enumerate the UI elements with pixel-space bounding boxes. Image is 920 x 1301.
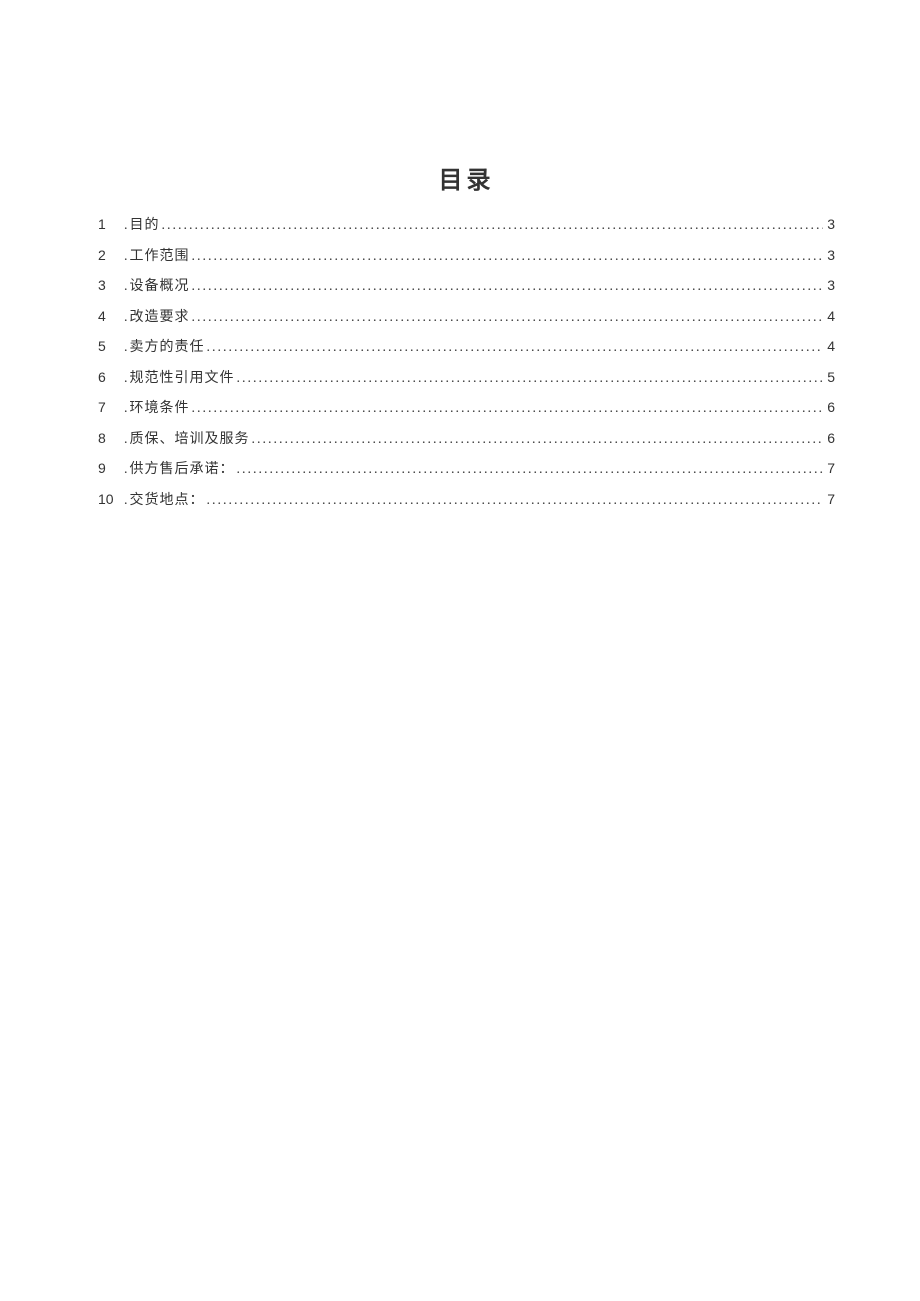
- toc-entry-title: 工作范围: [130, 250, 190, 264]
- toc-entry-number: 6: [98, 370, 124, 384]
- toc-entry-number: 10: [98, 492, 124, 506]
- toc-entry-title: 规范性引用文件: [130, 372, 235, 386]
- toc-entry-page: 6: [825, 400, 835, 414]
- toc-entry-separator: .: [124, 494, 128, 508]
- toc-entry-number: 4: [98, 309, 124, 323]
- toc-entry-title: 目的: [130, 219, 160, 233]
- toc-entry-number: 2: [98, 248, 124, 262]
- toc-list: 1 . 目的 3 2 . 工作范围 3 3 . 设备概况 3 4 . 改造要求 …: [98, 217, 835, 508]
- toc-entry-number: 7: [98, 400, 124, 414]
- toc-entry-page: 3: [825, 248, 835, 262]
- toc-entry: 3 . 设备概况 3: [98, 278, 835, 294]
- toc-entry-page: 5: [825, 370, 835, 384]
- toc-entry: 5 . 卖方的责任 4: [98, 339, 835, 355]
- toc-title: 目录: [98, 160, 835, 195]
- toc-leader-dots: [192, 250, 824, 264]
- toc-entry-separator: .: [124, 433, 128, 447]
- toc-entry-title: 设备概况: [130, 280, 190, 294]
- toc-leader-dots: [192, 280, 824, 294]
- toc-entry: 6 . 规范性引用文件 5: [98, 370, 835, 386]
- toc-entry: 2 . 工作范围 3: [98, 248, 835, 264]
- toc-entry: 10 . 交货地点： 7: [98, 492, 835, 508]
- toc-entry-page: 4: [825, 339, 835, 353]
- toc-entry-separator: .: [124, 463, 128, 477]
- toc-entry-number: 8: [98, 431, 124, 445]
- toc-entry: 1 . 目的 3: [98, 217, 835, 233]
- toc-entry-title: 交货地点：: [130, 494, 205, 508]
- toc-entry-title: 供方售后承诺：: [130, 463, 235, 477]
- toc-entry-title: 改造要求: [130, 311, 190, 325]
- toc-entry-number: 3: [98, 278, 124, 292]
- toc-entry: 8 . 质保、培训及服务 6: [98, 431, 835, 447]
- toc-entry-page: 3: [825, 217, 835, 231]
- toc-entry: 4 . 改造要求 4: [98, 309, 835, 325]
- toc-entry-separator: .: [124, 311, 128, 325]
- toc-leader-dots: [252, 433, 824, 447]
- toc-entry-page: 7: [825, 461, 835, 475]
- toc-entry-separator: .: [124, 372, 128, 386]
- toc-entry-separator: .: [124, 250, 128, 264]
- toc-entry-number: 5: [98, 339, 124, 353]
- toc-entry-separator: .: [124, 341, 128, 355]
- toc-entry-separator: .: [124, 402, 128, 416]
- toc-leader-dots: [162, 219, 824, 233]
- toc-entry-title: 质保、培训及服务: [130, 433, 250, 447]
- toc-entry-number: 9: [98, 461, 124, 475]
- toc-entry: 9 . 供方售后承诺： 7: [98, 461, 835, 477]
- toc-leader-dots: [237, 463, 824, 477]
- toc-entry-title: 卖方的责任: [130, 341, 205, 355]
- toc-entry-title: 环境条件: [130, 402, 190, 416]
- toc-entry: 7 . 环境条件 6: [98, 400, 835, 416]
- toc-leader-dots: [192, 311, 824, 325]
- toc-leader-dots: [207, 341, 824, 355]
- toc-entry-separator: .: [124, 280, 128, 294]
- toc-leader-dots: [207, 494, 824, 508]
- toc-entry-number: 1: [98, 217, 124, 231]
- toc-entry-page: 7: [825, 492, 835, 506]
- toc-leader-dots: [237, 372, 824, 386]
- toc-entry-separator: .: [124, 219, 128, 233]
- toc-entry-page: 6: [825, 431, 835, 445]
- toc-entry-page: 3: [825, 278, 835, 292]
- toc-entry-page: 4: [825, 309, 835, 323]
- toc-leader-dots: [192, 402, 824, 416]
